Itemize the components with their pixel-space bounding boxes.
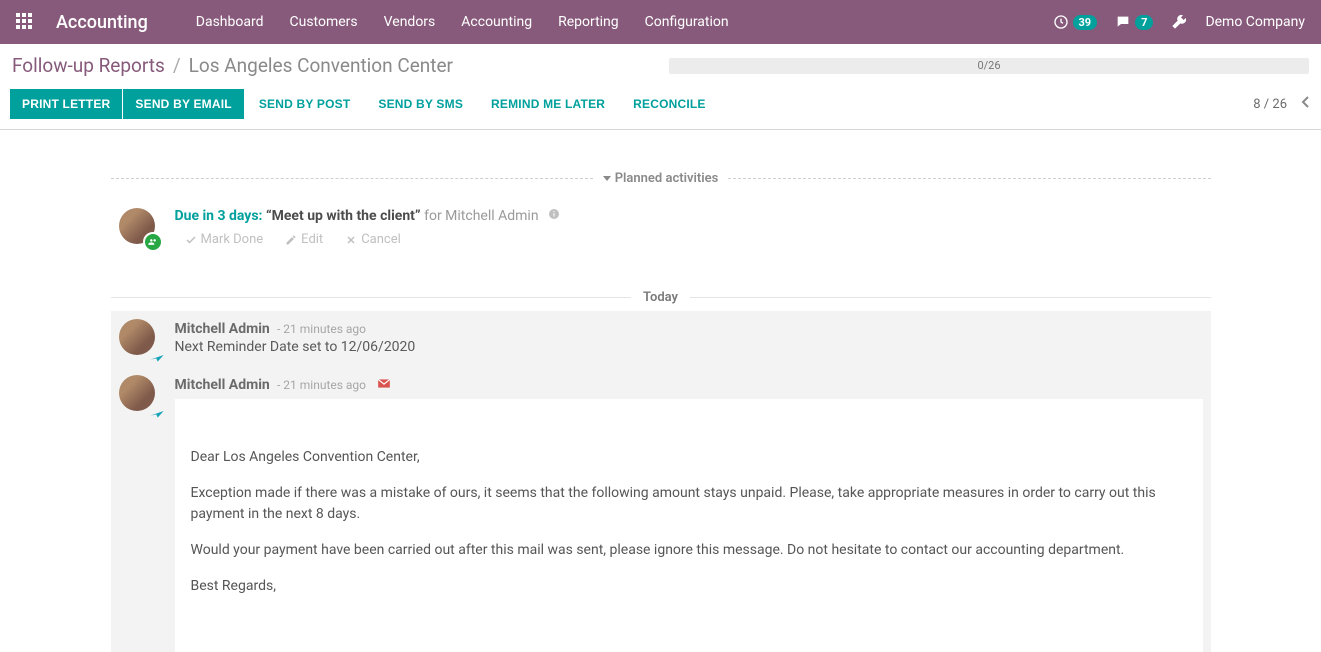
caret-down-icon (603, 176, 611, 181)
menu-reporting[interactable]: Reporting (558, 14, 619, 30)
activity-title: “Meet up with the client” (266, 208, 421, 224)
subheader: Follow-up Reports / Los Angeles Conventi… (0, 44, 1321, 83)
email-body: Dear Los Angeles Convention Center, Exce… (175, 399, 1203, 652)
chatter-content: . Planned activities Due in 3 days: “Mee… (111, 130, 1211, 652)
email-message: Mitchell Admin - 21 minutes ago Dear Los… (111, 367, 1211, 652)
planned-activity: Due in 3 days: “Meet up with the client”… (111, 208, 1211, 256)
letter-signoff: Best Regards, (191, 576, 1187, 596)
breadcrumb: Follow-up Reports / Los Angeles Conventi… (12, 54, 453, 77)
activities-count: 39 (1073, 15, 1098, 30)
letter-greeting: Dear Los Angeles Convention Center, (191, 447, 1187, 467)
breadcrumb-current: Los Angeles Convention Center (189, 54, 453, 77)
message-avatar[interactable] (119, 375, 159, 415)
messages-count: 7 (1135, 15, 1153, 30)
activities-indicator[interactable]: 39 (1053, 14, 1098, 30)
top-nav: Accounting Dashboard Customers Vendors A… (0, 0, 1321, 44)
activity-for: for Mitchell Admin (424, 208, 538, 224)
activity-due: Due in 3 days: (175, 208, 263, 224)
pager-text: 8 / 26 (1253, 97, 1287, 112)
letter-para-1: Exception made if there was a mistake of… (191, 483, 1187, 524)
out-of-office-icon (149, 349, 165, 365)
info-icon[interactable] (548, 208, 560, 224)
breadcrumb-root[interactable]: Follow-up Reports (12, 54, 165, 77)
menu-accounting[interactable]: Accounting (461, 14, 532, 30)
developer-tools-icon[interactable] (1171, 14, 1187, 30)
progress-text: 0/26 (977, 59, 1000, 72)
log-message: Mitchell Admin - 21 minutes ago Next Rem… (111, 311, 1211, 367)
message-time: - 21 minutes ago (277, 378, 366, 392)
apps-menu-icon[interactable] (16, 13, 34, 31)
envelope-icon[interactable] (377, 378, 391, 393)
mark-done-button[interactable]: Mark Done (185, 232, 264, 247)
close-icon (345, 234, 357, 246)
cancel-activity-button[interactable]: Cancel (345, 232, 401, 247)
message-author[interactable]: Mitchell Admin (175, 321, 270, 337)
planned-activities-separator[interactable]: Planned activities (111, 171, 1211, 186)
pager-prev-icon[interactable] (1301, 95, 1311, 113)
send-email-button[interactable]: Send By Email (123, 89, 243, 119)
pencil-icon (285, 234, 297, 246)
chatter-tabs-clipped: . (111, 130, 1211, 139)
topnav-right: 39 7 Demo Company (1053, 14, 1306, 30)
app-brand[interactable]: Accounting (56, 12, 148, 33)
check-icon (185, 234, 197, 246)
breadcrumb-sep: / (173, 54, 181, 77)
clock-icon (1053, 14, 1069, 30)
print-letter-button[interactable]: Print Letter (10, 89, 122, 119)
today-label: Today (631, 290, 690, 305)
reconcile-button[interactable]: Reconcile (619, 89, 719, 119)
company-switcher[interactable]: Demo Company (1205, 14, 1305, 30)
message-author[interactable]: Mitchell Admin (175, 377, 270, 393)
out-of-office-icon (149, 405, 165, 421)
comment-icon (1115, 14, 1131, 30)
action-bar: Print Letter Send By Email Send By Post … (0, 83, 1321, 130)
planned-activities-label: Planned activities (615, 171, 719, 186)
messages-indicator[interactable]: 7 (1115, 14, 1153, 30)
activity-type-badge-icon (143, 232, 163, 252)
message-avatar[interactable] (119, 319, 159, 359)
letter-para-2: Would your payment have been carried out… (191, 540, 1187, 560)
edit-activity-button[interactable]: Edit (285, 232, 323, 247)
send-post-button[interactable]: Send By Post (245, 89, 365, 119)
message-time: - 21 minutes ago (277, 322, 366, 336)
remind-later-button[interactable]: Remind Me Later (477, 89, 619, 119)
progress-bar: 0/26 (669, 58, 1309, 74)
activity-avatar[interactable] (119, 208, 159, 248)
menu-customers[interactable]: Customers (290, 14, 358, 30)
menu-dashboard[interactable]: Dashboard (196, 14, 264, 30)
activity-actions: Mark Done Edit Cancel (175, 232, 561, 247)
menu-vendors[interactable]: Vendors (384, 14, 436, 30)
menu-configuration[interactable]: Configuration (645, 14, 729, 30)
send-sms-button[interactable]: Send By SMS (364, 89, 477, 119)
today-separator: Today (111, 290, 1211, 305)
main-menu: Dashboard Customers Vendors Accounting R… (196, 14, 1053, 30)
pager: 8 / 26 (1253, 95, 1311, 113)
message-body: Next Reminder Date set to 12/06/2020 (175, 339, 1203, 355)
